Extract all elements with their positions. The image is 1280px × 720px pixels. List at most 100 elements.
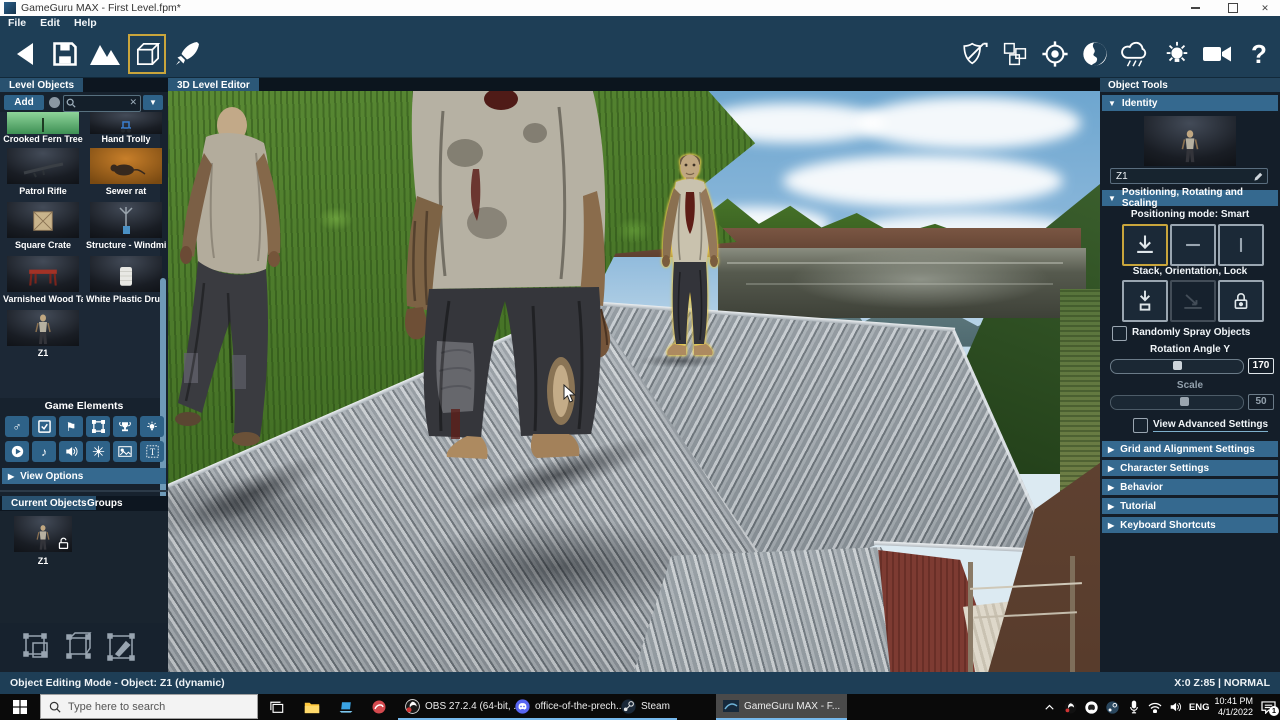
element-music-button[interactable]: ♪ bbox=[32, 441, 56, 462]
tray-language[interactable]: ENG bbox=[1189, 702, 1210, 713]
test-game-button[interactable] bbox=[168, 34, 206, 74]
group-objects-button[interactable] bbox=[20, 630, 54, 664]
tab-groups[interactable]: Groups bbox=[78, 496, 132, 510]
start-button[interactable] bbox=[0, 694, 40, 720]
red-app-button[interactable] bbox=[364, 694, 394, 720]
filter-dropdown-button[interactable]: ▼ bbox=[143, 95, 163, 110]
object-editor-button[interactable] bbox=[128, 34, 166, 74]
rotation-slider-thumb[interactable] bbox=[1173, 361, 1182, 370]
viewport-3d[interactable] bbox=[168, 91, 1100, 672]
scale-value[interactable]: 50 bbox=[1248, 394, 1274, 410]
object-thumb-structure-windmill[interactable] bbox=[90, 202, 162, 238]
object-name-field[interactable]: Z1 bbox=[1110, 168, 1268, 184]
help-button[interactable]: ? bbox=[1240, 34, 1278, 74]
element-decal-button[interactable] bbox=[113, 441, 137, 462]
element-objective-button[interactable] bbox=[32, 416, 56, 437]
zombie-left[interactable] bbox=[168, 103, 288, 453]
back-button[interactable] bbox=[6, 34, 44, 74]
camera-button[interactable] bbox=[1198, 34, 1236, 74]
taskbar-app-discord[interactable]: office-of-the-prech... bbox=[508, 694, 631, 720]
clear-search-icon[interactable]: ✕ bbox=[129, 97, 137, 108]
grid-alignment-section-header[interactable]: ▶Grid and Alignment Settings bbox=[1102, 441, 1278, 457]
tab-3d-level-editor[interactable]: 3D Level Editor bbox=[168, 78, 259, 92]
element-particle-button[interactable] bbox=[86, 441, 110, 462]
search-input[interactable] bbox=[77, 96, 129, 111]
tray-steam-icon[interactable] bbox=[1105, 699, 1121, 715]
object-thumb-z1[interactable] bbox=[7, 310, 79, 346]
scale-slider[interactable] bbox=[1110, 395, 1244, 410]
position-vertical-button[interactable] bbox=[1218, 224, 1264, 266]
target-settings-button[interactable] bbox=[1036, 34, 1074, 74]
behavior-section-header[interactable]: ▶Behavior bbox=[1102, 479, 1278, 495]
edit-pencil-icon[interactable] bbox=[1253, 172, 1263, 182]
tray-obs-icon[interactable] bbox=[1063, 699, 1079, 715]
element-checkpoint-button[interactable]: ⚑ bbox=[59, 416, 83, 437]
add-button[interactable]: Add bbox=[4, 95, 44, 110]
taskbar-search-box[interactable]: Type here to search bbox=[40, 694, 258, 719]
object-thumb-hand-trolly[interactable] bbox=[90, 112, 162, 134]
terrain-editor-button[interactable] bbox=[86, 34, 124, 74]
taskbar-app-gameguru-active[interactable]: GameGuru MAX - F... bbox=[716, 694, 847, 720]
element-zone-button[interactable] bbox=[86, 416, 110, 437]
element-sound-button[interactable] bbox=[59, 441, 83, 462]
transform-group-button[interactable] bbox=[62, 630, 96, 664]
close-button[interactable]: ✕ bbox=[1250, 0, 1280, 16]
lighting-settings-button[interactable] bbox=[1158, 34, 1196, 74]
menu-edit[interactable]: Edit bbox=[40, 17, 60, 29]
tray-network-icon[interactable] bbox=[1147, 699, 1163, 715]
object-thumb-square-crate[interactable] bbox=[7, 202, 79, 238]
lock-button[interactable] bbox=[1218, 280, 1264, 322]
positioning-section-header[interactable]: ▼Positioning, Rotating and Scaling bbox=[1102, 190, 1278, 206]
save-button[interactable] bbox=[46, 34, 84, 74]
tray-discord-icon[interactable] bbox=[1084, 699, 1100, 715]
object-thumb-sewer-rat[interactable] bbox=[90, 148, 162, 184]
object-thumb-patrol-rifle[interactable] bbox=[7, 148, 79, 184]
task-view-button[interactable] bbox=[262, 694, 292, 720]
element-character-button[interactable]: ♂ bbox=[5, 416, 29, 437]
keyboard-shortcuts-section-header[interactable]: ▶Keyboard Shortcuts bbox=[1102, 517, 1278, 533]
view-options-header[interactable]: ▶View Options bbox=[2, 468, 166, 484]
weather-settings-button[interactable] bbox=[1116, 34, 1154, 74]
position-horizontal-button[interactable] bbox=[1170, 224, 1216, 266]
combat-settings-button[interactable] bbox=[956, 34, 994, 74]
info-icon bbox=[49, 97, 60, 108]
current-object-z1[interactable] bbox=[14, 516, 72, 552]
tray-clock[interactable]: 10:41 PM4/1/2022 bbox=[1214, 696, 1253, 718]
file-explorer-button[interactable] bbox=[296, 694, 328, 720]
edit-group-button[interactable] bbox=[104, 630, 138, 664]
position-floor-button[interactable] bbox=[1122, 224, 1168, 266]
game-elements-title: Game Elements bbox=[0, 400, 168, 412]
blue-app-button[interactable] bbox=[330, 694, 362, 720]
object-thumb-crooked-fern-tree[interactable] bbox=[7, 112, 79, 134]
tray-expand-chevron[interactable] bbox=[1042, 699, 1058, 715]
view-advanced-settings-link[interactable]: View Advanced Settings bbox=[1153, 419, 1268, 432]
prefab-button[interactable] bbox=[996, 34, 1034, 74]
stack-button[interactable] bbox=[1122, 280, 1168, 322]
randomly-spray-checkbox[interactable] bbox=[1112, 326, 1127, 341]
identity-section-header[interactable]: ▼Identity bbox=[1102, 95, 1278, 111]
tutorial-section-header[interactable]: ▶Tutorial bbox=[1102, 498, 1278, 514]
rotation-slider[interactable] bbox=[1110, 359, 1244, 374]
object-thumb-white-plastic-drum[interactable] bbox=[90, 256, 162, 292]
world-settings-button[interactable] bbox=[1076, 34, 1114, 74]
taskbar-app-steam[interactable]: Steam bbox=[614, 694, 677, 720]
element-trigger-button[interactable] bbox=[5, 441, 29, 462]
element-text-button[interactable]: T bbox=[140, 441, 164, 462]
object-thumb-varnished-wood-table[interactable] bbox=[7, 256, 79, 292]
advanced-settings-checkbox[interactable] bbox=[1133, 418, 1148, 433]
element-winzone-button[interactable] bbox=[113, 416, 137, 437]
orientation-button[interactable] bbox=[1170, 280, 1216, 322]
zombie-selected-z1[interactable] bbox=[652, 152, 728, 358]
action-center-button[interactable]: 1 bbox=[1258, 699, 1278, 715]
tab-level-objects[interactable]: Level Objects bbox=[0, 78, 83, 92]
rotation-value[interactable]: 170 bbox=[1248, 358, 1274, 374]
tray-volume-icon[interactable] bbox=[1168, 699, 1184, 715]
minimize-button[interactable] bbox=[1180, 0, 1210, 16]
character-settings-section-header[interactable]: ▶Character Settings bbox=[1102, 460, 1278, 476]
tray-microphone-icon[interactable] bbox=[1126, 699, 1142, 715]
element-light-button[interactable] bbox=[140, 416, 164, 437]
scale-slider-thumb[interactable] bbox=[1180, 397, 1189, 406]
menu-help[interactable]: Help bbox=[74, 17, 97, 29]
menu-file[interactable]: File bbox=[8, 17, 26, 29]
restore-button[interactable] bbox=[1218, 0, 1248, 16]
